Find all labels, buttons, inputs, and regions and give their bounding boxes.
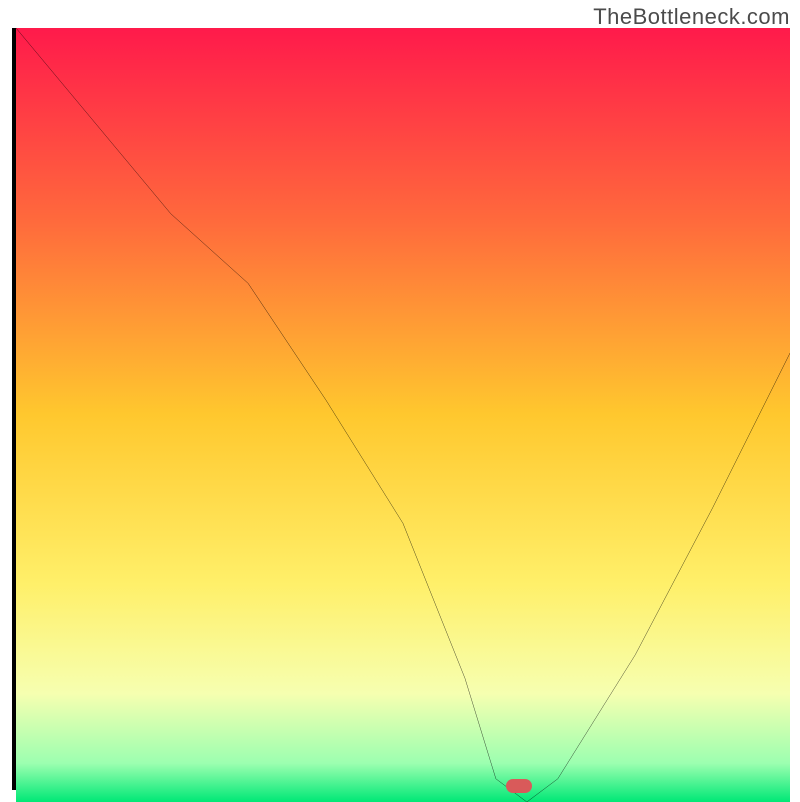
plot-area: [12, 28, 790, 790]
bottleneck-curve: [16, 28, 790, 802]
attribution-label: TheBottleneck.com: [593, 4, 790, 30]
optimal-point-marker: [506, 779, 532, 793]
chart-container: TheBottleneck.com: [0, 0, 800, 800]
curve-layer: [16, 28, 790, 802]
